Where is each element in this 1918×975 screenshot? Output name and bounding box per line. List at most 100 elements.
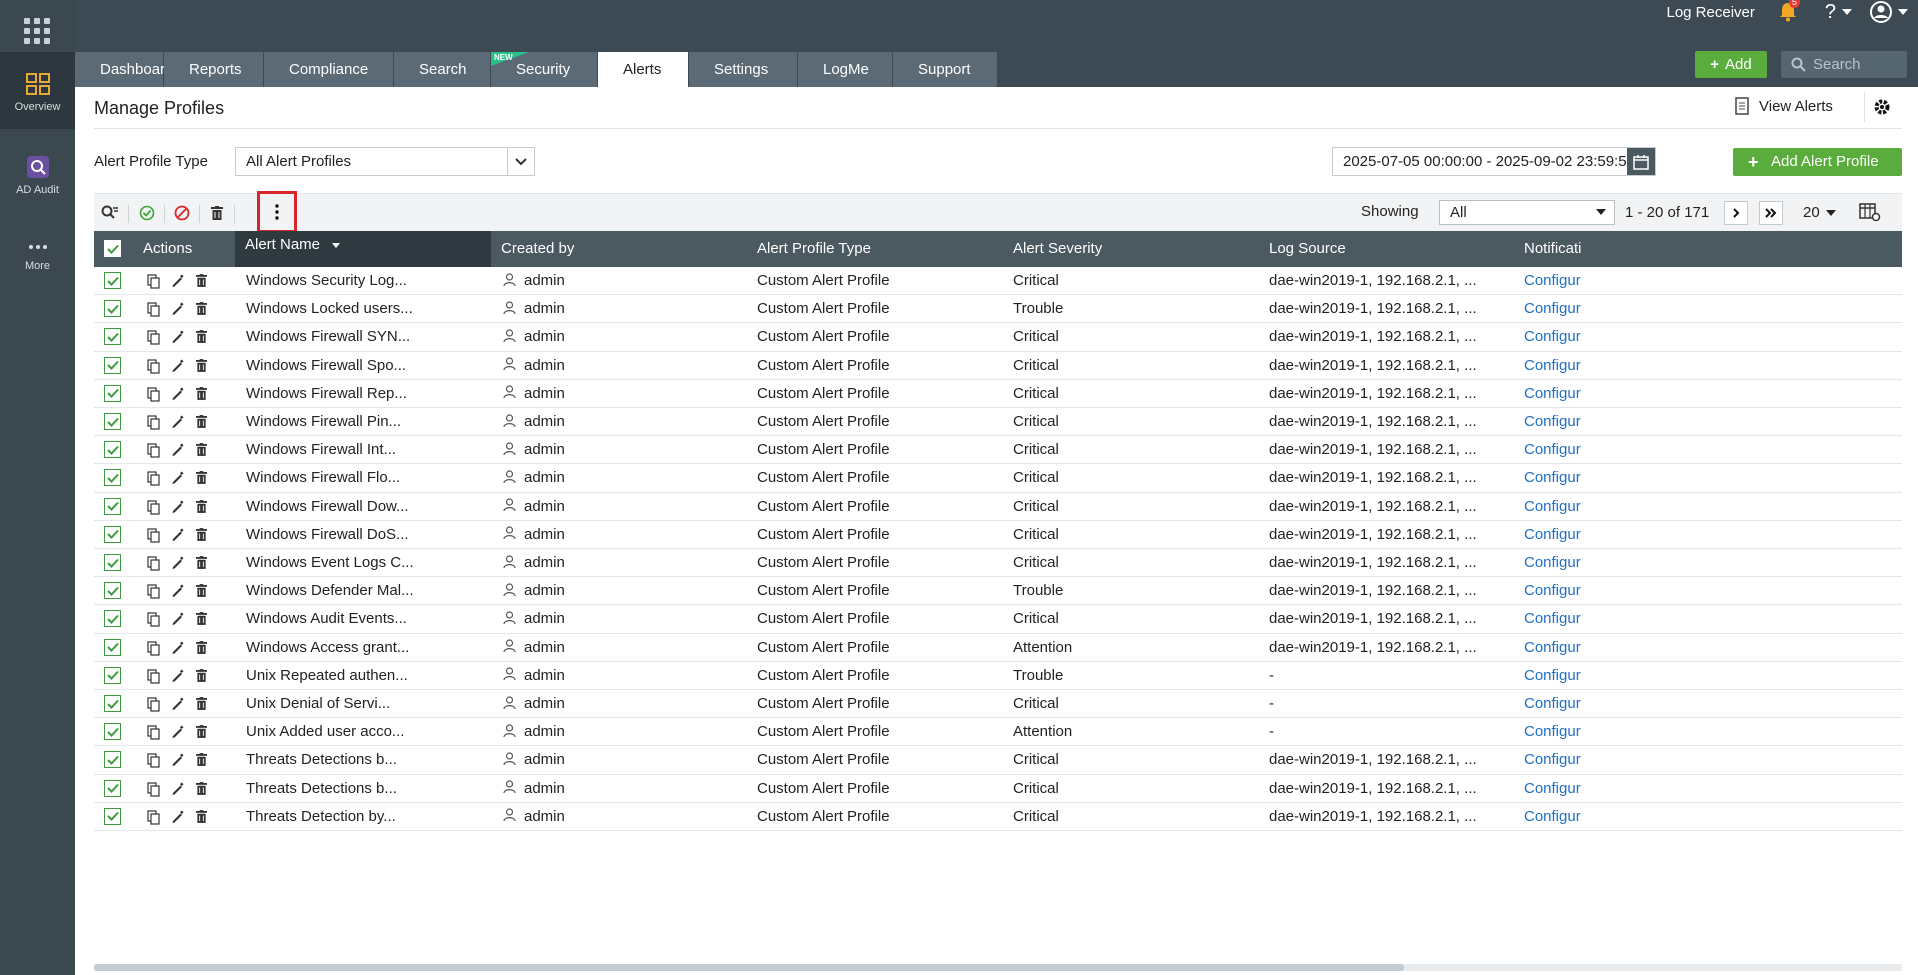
tab-reports[interactable]: Reports (164, 52, 264, 87)
delete-icon[interactable] (196, 640, 207, 658)
alert-name-cell[interactable]: Windows Firewall Dow... (246, 493, 496, 521)
delete-icon[interactable] (196, 612, 207, 629)
column-header-created-by[interactable]: Created by (501, 231, 574, 267)
alert-name-cell[interactable]: Windows Firewall DoS... (246, 521, 496, 549)
last-page-button[interactable] (1759, 201, 1783, 225)
notification-configure-link[interactable]: Configur (1524, 352, 1602, 380)
delete-icon[interactable] (196, 358, 207, 376)
column-chooser-icon[interactable] (1859, 202, 1881, 226)
tab-alerts[interactable]: Alerts (598, 52, 689, 87)
edit-icon[interactable] (171, 810, 184, 828)
edit-icon[interactable] (171, 556, 184, 574)
alert-name-cell[interactable]: Unix Added user acco... (246, 718, 496, 746)
row-checkbox[interactable] (104, 300, 121, 318)
table-row[interactable]: Unix Added user acco... admin Custom Ale… (94, 718, 1902, 747)
row-checkbox[interactable] (104, 328, 121, 346)
row-checkbox[interactable] (104, 554, 121, 571)
copy-icon[interactable] (147, 669, 160, 688)
notifications-bell-icon[interactable]: 5 (1779, 0, 1800, 22)
copy-icon[interactable] (147, 471, 160, 490)
notification-configure-link[interactable]: Configur (1524, 690, 1602, 718)
notification-configure-link[interactable]: Configur (1524, 521, 1602, 549)
edit-icon[interactable] (171, 302, 184, 320)
add-alert-profile-button[interactable]: + Add Alert Profile (1733, 148, 1902, 176)
column-header-notification[interactable]: Notificati (1524, 231, 1582, 267)
rail-item-more[interactable]: More (0, 240, 75, 272)
table-row[interactable]: Windows Defender Mal... admin Custom Ale… (94, 577, 1902, 606)
row-checkbox[interactable] (104, 582, 121, 600)
table-row[interactable]: Windows Firewall Spo... admin Custom Ale… (94, 352, 1902, 380)
tab-search[interactable]: Search (394, 52, 491, 87)
table-row[interactable]: Windows Locked users... admin Custom Ale… (94, 295, 1902, 324)
notification-configure-link[interactable]: Configur (1524, 267, 1602, 295)
row-checkbox[interactable] (104, 384, 121, 402)
rail-item-overview[interactable]: Overview (0, 52, 75, 129)
notification-configure-link[interactable]: Configur (1524, 577, 1602, 605)
notification-configure-link[interactable]: Configur (1524, 662, 1602, 690)
alert-name-cell[interactable]: Unix Repeated authen... (246, 662, 496, 690)
alert-name-cell[interactable]: Windows Event Logs C... (246, 549, 496, 577)
alert-name-cell[interactable]: Windows Firewall Int... (246, 436, 496, 464)
copy-icon[interactable] (147, 612, 160, 631)
notification-configure-link[interactable]: Configur (1524, 634, 1602, 662)
table-row[interactable]: Windows Event Logs C... admin Custom Ale… (94, 549, 1902, 578)
view-alerts-link[interactable]: View Alerts (1735, 97, 1833, 115)
delete-icon[interactable] (196, 330, 207, 347)
alert-name-cell[interactable]: Windows Access grant... (246, 634, 496, 662)
copy-icon[interactable] (147, 781, 160, 801)
tab-dashboard[interactable]: Dashboard (75, 52, 173, 87)
row-checkbox[interactable] (104, 441, 121, 459)
help-icon[interactable]: ? (1825, 1, 1836, 24)
delete-icon[interactable] (196, 584, 207, 601)
table-row[interactable]: Threats Detections b... admin Custom Ale… (94, 746, 1902, 775)
help-chevron-down-icon[interactable] (1842, 9, 1852, 15)
user-chevron-down-icon[interactable] (1898, 9, 1908, 15)
row-checkbox[interactable] (104, 525, 121, 543)
row-checkbox[interactable] (104, 497, 121, 515)
copy-icon[interactable] (147, 443, 160, 462)
alert-name-cell[interactable]: Windows Security Log... (246, 267, 496, 295)
alert-name-cell[interactable]: Windows Firewall SYN... (246, 323, 496, 351)
alert-name-cell[interactable]: Unix Denial of Servi... (246, 690, 496, 718)
table-row[interactable]: Windows Firewall Rep... admin Custom Ale… (94, 380, 1902, 408)
delete-icon[interactable] (196, 274, 207, 291)
tab-support[interactable]: Support (893, 52, 998, 87)
copy-icon[interactable] (147, 753, 160, 772)
notification-configure-link[interactable]: Configur (1524, 605, 1602, 633)
row-checkbox[interactable] (104, 469, 121, 487)
copy-icon[interactable] (147, 810, 160, 829)
notification-configure-link[interactable]: Configur (1524, 549, 1602, 577)
notification-configure-link[interactable]: Configur (1524, 323, 1602, 351)
notification-configure-link[interactable]: Configur (1524, 746, 1602, 774)
table-row[interactable]: Unix Repeated authen... admin Custom Ale… (94, 662, 1902, 690)
column-header-severity[interactable]: Alert Severity (1013, 231, 1102, 267)
rail-item-ad-audit[interactable]: AD Audit (0, 156, 75, 196)
edit-icon[interactable] (171, 528, 184, 546)
disable-icon[interactable] (173, 194, 191, 232)
per-page-select[interactable]: 20 (1803, 194, 1836, 232)
delete-icon[interactable] (196, 386, 207, 404)
row-checkbox[interactable] (104, 610, 121, 628)
copy-icon[interactable] (147, 499, 160, 519)
edit-icon[interactable] (171, 584, 184, 602)
delete-icon[interactable] (196, 415, 207, 432)
alert-name-cell[interactable]: Threats Detections b... (246, 775, 496, 803)
edit-icon[interactable] (171, 471, 184, 489)
table-row[interactable]: Windows Security Log... admin Custom Ale… (94, 267, 1902, 296)
tab-compliance[interactable]: Compliance (264, 52, 394, 87)
delete-icon[interactable] (196, 556, 207, 573)
user-avatar-icon[interactable] (1870, 1, 1892, 23)
delete-icon[interactable] (196, 809, 207, 827)
edit-icon[interactable] (171, 753, 184, 771)
alert-name-cell[interactable]: Threats Detection by... (246, 803, 496, 831)
date-range-input[interactable]: 2025-07-05 00:00:00 - 2025-09-02 23:59:5… (1332, 147, 1656, 176)
edit-icon[interactable] (171, 387, 184, 405)
copy-icon[interactable] (147, 274, 160, 293)
edit-icon[interactable] (171, 443, 184, 461)
delete-icon[interactable] (196, 668, 207, 686)
table-row[interactable]: Windows Firewall Dow... admin Custom Ale… (94, 493, 1902, 521)
row-checkbox[interactable] (104, 638, 121, 656)
edit-icon[interactable] (171, 612, 184, 630)
alert-name-cell[interactable]: Windows Firewall Pin... (246, 408, 496, 436)
alert-name-cell[interactable]: Windows Firewall Rep... (246, 380, 496, 408)
